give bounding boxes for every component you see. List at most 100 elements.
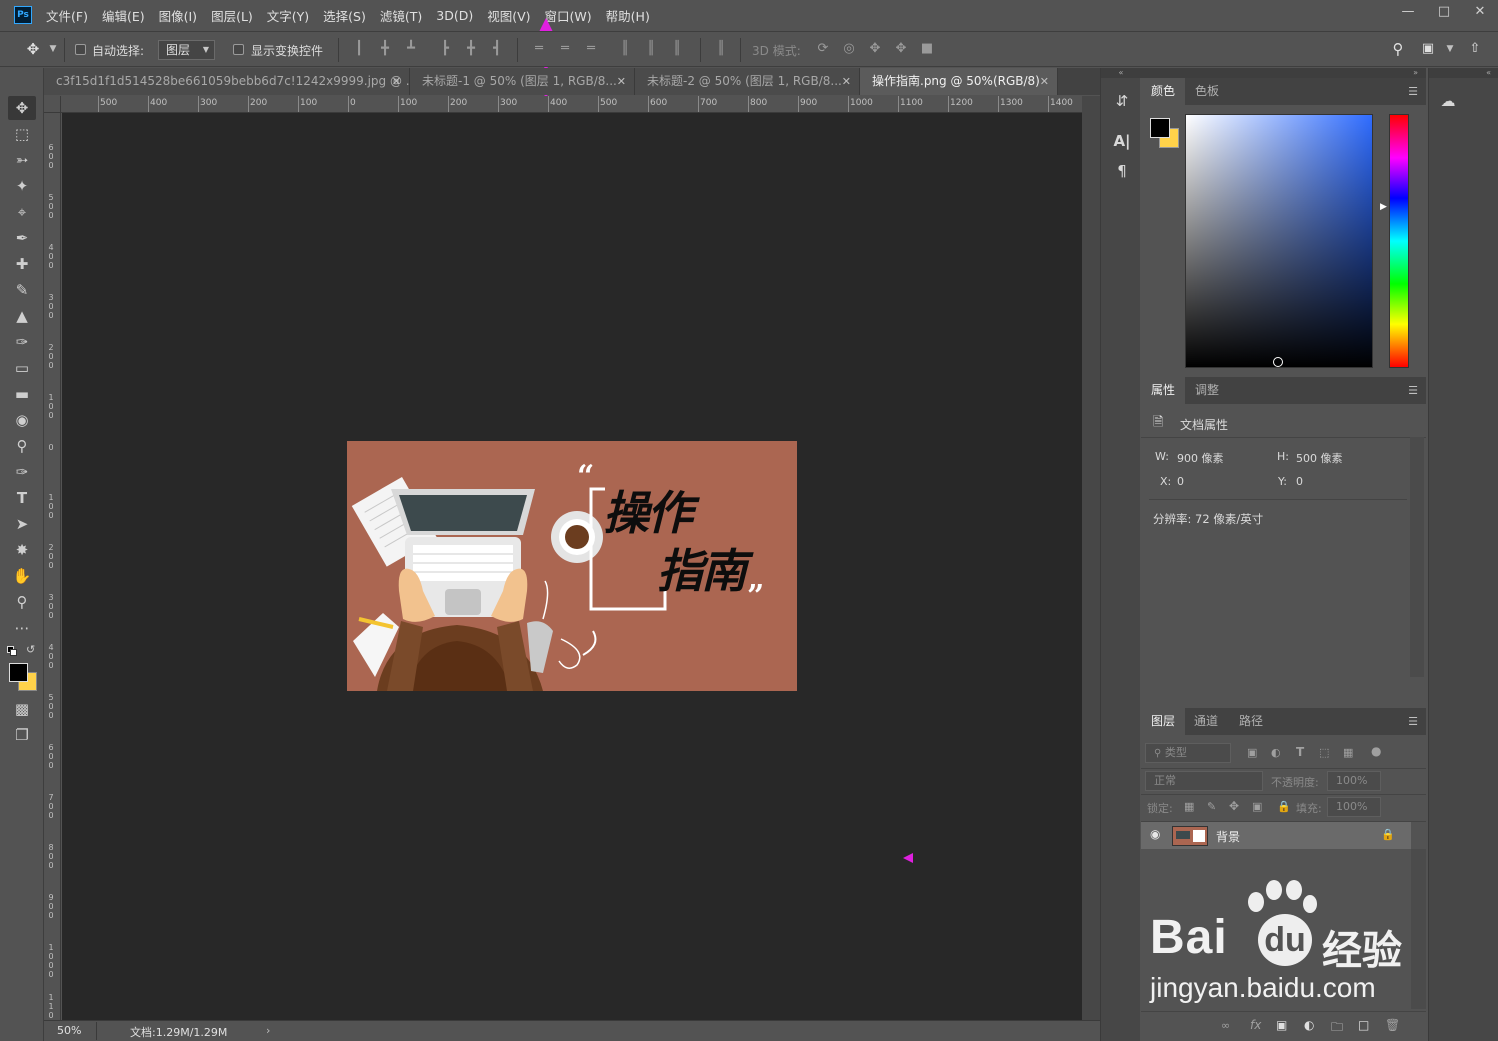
marquee-tool-icon[interactable]: ⬚ [8,122,36,146]
collapse-dock-icon[interactable]: « [1101,68,1141,78]
move-tool-icon[interactable]: ✥ [26,42,40,57]
foreground-color-swatch[interactable] [9,663,28,682]
x-value[interactable]: 0 [1177,475,1184,488]
filter-shape-icon[interactable]: ⬚ [1319,746,1329,759]
filter-pixel-icon[interactable]: ▣ [1247,746,1257,759]
tab-properties[interactable]: 属性 [1141,377,1186,404]
vertical-scrollbar[interactable] [1082,96,1100,1020]
tab-adjustments[interactable]: 调整 [1185,377,1229,404]
close-icon[interactable]: ✕ [617,68,626,95]
zoom-tool-icon[interactable]: ⚲ [8,590,36,614]
layer-row[interactable]: ◉ 背景 🔒 [1141,822,1411,849]
distribute-vcenter-icon[interactable]: ═ [558,42,572,56]
more-tools-icon[interactable]: ⋯ [8,616,36,640]
fill-input[interactable]: 100% [1327,797,1381,817]
lock-position-icon[interactable]: ✥ [1229,799,1239,813]
tab-document-1[interactable]: c3f15d1f1d514528be661059bebb6d7c!1242x99… [44,68,410,95]
lasso-tool-icon[interactable]: ➳ [8,148,36,172]
align-vcenter-icon[interactable]: ╋ [378,42,392,56]
filter-smart-object-icon[interactable]: ▦ [1343,746,1353,759]
workspace-icon[interactable]: ▣ [1421,42,1435,56]
blend-mode-dropdown[interactable]: 正常 [1145,771,1263,791]
workspace-chevron-icon[interactable]: ▼ [1443,42,1457,56]
close-icon[interactable]: ✕ [1462,0,1498,22]
color-picker-cursor[interactable] [1273,357,1283,367]
menu-select[interactable]: 选择(S) [323,6,366,25]
filter-toggle-icon[interactable]: ● [1371,744,1381,758]
menu-file[interactable]: 文件(F) [46,6,88,25]
3d-slide-icon[interactable]: ✥ [894,42,908,56]
tab-paths[interactable]: 路径 [1229,708,1273,735]
menu-type[interactable]: 文字(Y) [267,6,309,25]
3d-orbit-icon[interactable]: ⟳ [816,42,830,56]
tab-color[interactable]: 颜色 [1141,78,1186,105]
collapse-dock-icon[interactable]: « [1429,68,1498,78]
panel-menu-icon[interactable]: ☰ [1408,715,1418,728]
brush-tool-icon[interactable]: ✎ [8,278,36,302]
tab-document-2[interactable]: 未标题-1 @ 50% (图层 1, RGB/8... ✕ [410,68,635,95]
panel-menu-icon[interactable]: ☰ [1408,384,1418,397]
close-icon[interactable]: ✕ [1040,68,1049,95]
menu-layer[interactable]: 图层(L) [211,6,253,25]
quick-mask-icon[interactable]: ▩ [8,697,36,721]
add-mask-icon[interactable]: ▣ [1276,1018,1287,1032]
new-layer-icon[interactable]: □ [1358,1018,1369,1032]
distribute-right-icon[interactable]: ║ [670,42,684,56]
layer-visibility-eye-icon[interactable]: ◉ [1150,827,1160,841]
tab-swatches[interactable]: 色板 [1185,78,1229,105]
distribute-bottom-icon[interactable]: ═ [584,42,598,56]
character-panel-icon[interactable]: A| [1111,130,1133,152]
color-field[interactable] [1185,114,1373,368]
distribute-left-icon[interactable]: ║ [618,42,632,56]
menu-help[interactable]: 帮助(H) [606,6,650,25]
gradient-tool-icon[interactable]: ▬ [8,382,36,406]
eyedropper-tool-icon[interactable]: ✒ [8,226,36,250]
hue-slider-handle-icon[interactable]: ▶ [1380,202,1387,212]
tab-channels[interactable]: 通道 [1184,708,1228,735]
tab-document-3[interactable]: 未标题-2 @ 50% (图层 1, RGB/8... ✕ [635,68,860,95]
align-left-icon[interactable]: ┣ [438,42,452,56]
screen-mode-icon[interactable]: ❐ [8,723,36,747]
close-icon[interactable]: ✕ [842,68,851,95]
menu-3d[interactable]: 3D(D) [436,8,473,23]
close-icon[interactable]: ✕ [392,68,401,95]
ruler-origin[interactable] [44,96,61,113]
type-tool-icon[interactable]: T [8,486,36,510]
menu-filter[interactable]: 滤镜(T) [380,6,422,25]
menu-view[interactable]: 视图(V) [487,6,530,25]
properties-scrollbar[interactable] [1410,437,1424,677]
eraser-tool-icon[interactable]: ▭ [8,356,36,380]
align-hcenter-icon[interactable]: ╋ [464,42,478,56]
align-right-icon[interactable]: ┫ [490,42,504,56]
show-transform-checkbox[interactable] [233,44,244,55]
panel-menu-icon[interactable]: ☰ [1408,85,1418,98]
document-image[interactable]: “ 操作 指南 ” [347,441,797,691]
auto-select-checkbox[interactable] [75,44,86,55]
paragraph-panel-icon[interactable]: ¶ [1111,160,1133,182]
crop-tool-icon[interactable]: ⌖ [8,200,36,224]
tab-layers[interactable]: 图层 [1141,708,1186,735]
distribute-hcenter-icon[interactable]: ║ [644,42,658,56]
auto-select-dropdown[interactable]: 图层 ▼ [158,40,215,60]
menu-image[interactable]: 图像(I) [159,6,197,25]
new-adjustment-layer-icon[interactable]: ◐ [1304,1018,1314,1032]
search-icon[interactable]: ⚲ [1391,42,1405,57]
clone-stamp-tool-icon[interactable]: ▲ [8,304,36,328]
pen-tool-icon[interactable]: ✑ [8,460,36,484]
menu-edit[interactable]: 编辑(E) [102,6,145,25]
layer-name[interactable]: 背景 [1216,828,1240,845]
lock-artboard-icon[interactable]: ▣ [1252,800,1262,813]
height-value[interactable]: 500 像素 [1296,450,1343,466]
3d-pan-icon[interactable]: ✥ [868,42,882,56]
creative-cloud-libraries-icon[interactable]: ☁ [1437,90,1459,112]
magic-wand-tool-icon[interactable]: ✦ [8,174,36,198]
filter-adjustment-icon[interactable]: ◐ [1271,746,1281,759]
move-tool-icon[interactable]: ✥ [8,96,36,120]
link-layers-icon[interactable]: ∞ [1221,1019,1230,1032]
tool-preset-chevron-icon[interactable]: ▼ [46,42,60,56]
lock-all-icon[interactable]: 🔒 [1277,800,1291,813]
tab-document-active[interactable]: 操作指南.png @ 50%(RGB/8) ✕ [860,68,1058,95]
collapse-panel-icon[interactable]: » [1141,68,1426,78]
layer-style-fx-icon[interactable]: fx [1250,1018,1261,1032]
width-value[interactable]: 900 像素 [1177,450,1224,466]
